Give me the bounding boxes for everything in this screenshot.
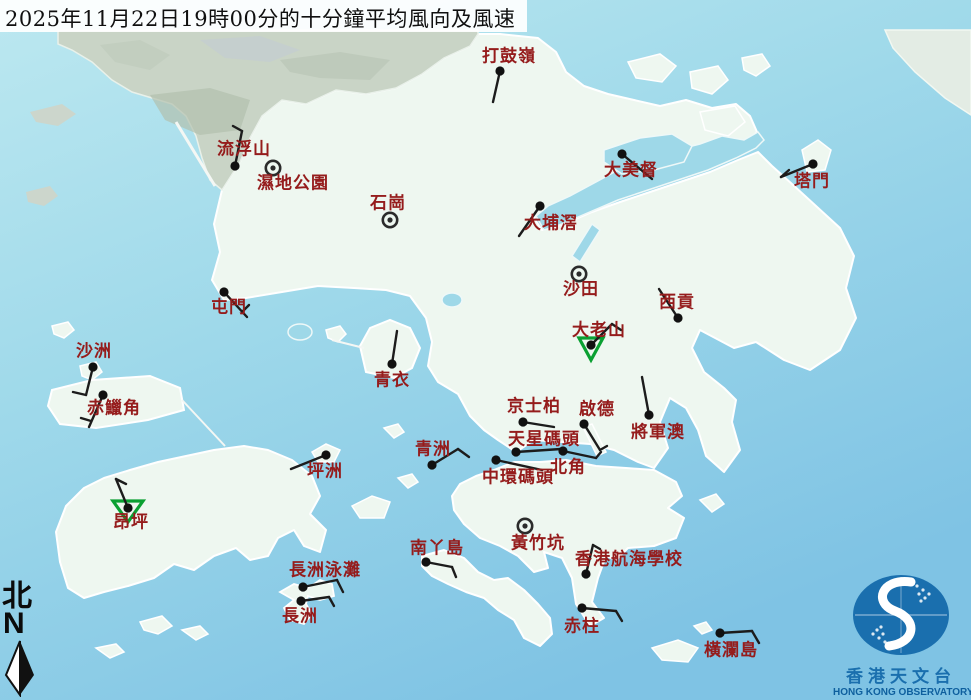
station-label: 長洲泳灘 <box>289 560 361 581</box>
station-dot <box>387 359 396 368</box>
station-dot <box>581 569 590 578</box>
station-dot <box>808 159 817 168</box>
station-label: 沙洲 <box>76 342 112 362</box>
hko-logo-name-zh: 香港天文台 <box>833 662 969 687</box>
station-dot <box>535 201 544 210</box>
station-label: 沙田 <box>563 280 599 300</box>
station-dot <box>495 66 504 75</box>
north-arrow-icon <box>2 639 38 697</box>
station-label: 青洲 <box>415 439 451 460</box>
station-label: 西貢 <box>659 293 695 313</box>
station-label: 長洲 <box>282 607 318 627</box>
north-indicator: 北 N <box>2 582 48 700</box>
station-dot <box>586 340 595 349</box>
station-dot <box>715 628 724 637</box>
station-dot <box>296 596 305 605</box>
station-dot <box>88 362 97 371</box>
station-label: 赤鱲角 <box>87 398 141 419</box>
station-label: 北角 <box>550 457 586 478</box>
station-dot <box>230 161 239 170</box>
station-label: 赤柱 <box>564 616 600 637</box>
station-dot <box>421 557 430 566</box>
station-label: 流浮山 <box>217 139 271 160</box>
station-label: 京士柏 <box>507 396 561 417</box>
land-tsing-yi <box>360 320 420 378</box>
station-label: 青衣 <box>374 370 410 391</box>
station-label: 石崗 <box>369 194 406 214</box>
station-dot <box>427 460 436 469</box>
station-label: 大老山 <box>572 320 626 341</box>
station-label: 昂坪 <box>113 513 149 533</box>
shing-mun-reservoir <box>442 293 462 307</box>
station-label: 天星碼頭 <box>508 430 580 450</box>
station-dot <box>617 149 626 158</box>
station-label: 將軍澳 <box>631 422 685 443</box>
map-title: 2025年11月22日19時00分的十分鐘平均風向及風速 <box>0 0 527 32</box>
station-label: 黃竹坑 <box>510 533 565 554</box>
hko-logo: 香港天文台 HONG KONG OBSERVATORY <box>833 573 969 698</box>
station-dot <box>219 287 228 296</box>
station-dot <box>491 455 500 464</box>
hko-logo-name-en: HONG KONG OBSERVATORY <box>833 687 969 698</box>
station-label: 橫瀾島 <box>704 640 758 661</box>
station-label: 中環碼頭 <box>482 467 554 488</box>
station-dot <box>577 603 586 612</box>
station-label: 大美督 <box>604 160 658 181</box>
station-dot <box>298 582 307 591</box>
station-dot <box>644 410 653 419</box>
station-label: 屯門 <box>211 297 247 318</box>
station-dot <box>558 446 567 455</box>
station-dot <box>123 503 132 512</box>
station-label: 打鼓嶺 <box>482 46 536 67</box>
station-label: 香港航海學校 <box>575 549 683 570</box>
station-label: 濕地公園 <box>257 173 329 194</box>
calm-symbol-dot <box>576 271 581 276</box>
station-dot <box>321 450 330 459</box>
station-label: 南丫島 <box>410 538 464 559</box>
calm-symbol-dot <box>522 523 527 528</box>
station-label: 塔門 <box>794 171 830 192</box>
station-label: 坪洲 <box>307 462 343 482</box>
calm-symbol-dot <box>387 217 392 222</box>
hko-logo-icon <box>850 573 952 657</box>
map-canvas: 打鼓嶺流浮山濕地公園石崗 大美督大埔滘 塔門沙田西貢大老山 屯門沙洲赤鱲角 青衣坪洲 青洲… <box>0 0 971 700</box>
station-label: 大埔滘 <box>524 213 578 234</box>
station-dot <box>579 419 588 428</box>
station-dot <box>673 313 682 322</box>
station-dot <box>518 417 527 426</box>
tai-lam-reservoir <box>288 324 312 340</box>
calm-symbol-dot <box>270 165 275 170</box>
station-label: 啟德 <box>579 399 615 420</box>
wind-map-screen: 打鼓嶺流浮山濕地公園石崗 大美督大埔滘 塔門沙田西貢大老山 屯門沙洲赤鱲角 青衣坪洲 青洲… <box>0 0 971 700</box>
